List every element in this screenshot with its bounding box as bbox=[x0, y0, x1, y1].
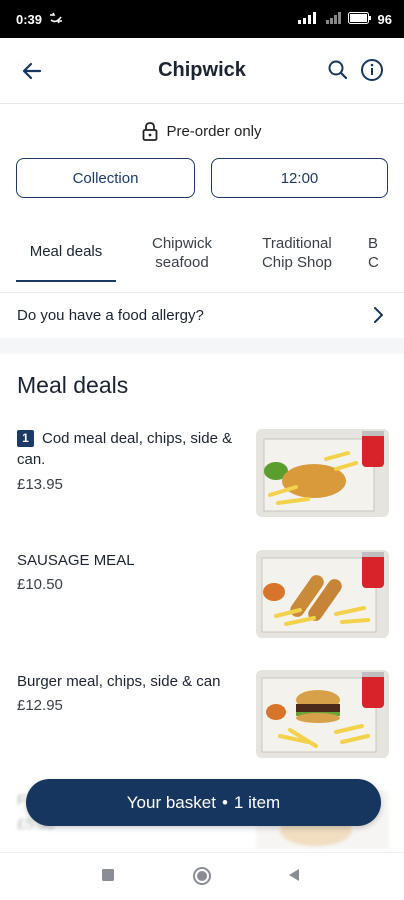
signal-icon bbox=[297, 11, 320, 27]
basket-count: 1 item bbox=[233, 792, 281, 812]
collection-button[interactable]: Collection bbox=[16, 158, 195, 198]
tab-label: Meal deals bbox=[29, 243, 103, 260]
basket-button[interactable]: Your basket • 1 item bbox=[26, 779, 381, 826]
basket-label: Your basket bbox=[126, 792, 216, 812]
preorder-label: Pre-order only bbox=[166, 122, 262, 140]
search-button[interactable] bbox=[327, 59, 351, 83]
status-time: 0:39 bbox=[16, 11, 43, 27]
sync-icon bbox=[48, 11, 64, 28]
recent-apps-button[interactable] bbox=[100, 867, 116, 888]
signal-2-icon bbox=[325, 11, 342, 27]
allergy-label: Do you have a food allergy? bbox=[17, 307, 204, 324]
back-nav-button[interactable] bbox=[286, 867, 302, 888]
section-title: Meal deals bbox=[17, 372, 129, 398]
status-bar: 0:39 96 bbox=[0, 0, 404, 38]
tab-label-line1: Chipwick bbox=[151, 235, 212, 252]
menu-item-name-wrap: 1 Cod meal deal, chips, side & can. bbox=[17, 428, 249, 470]
menu-item-name: Cod meal deal, chips, side & can. bbox=[17, 430, 233, 468]
info-icon bbox=[361, 59, 383, 81]
menu-item-price: £10.50 bbox=[17, 576, 63, 593]
tab-active-indicator bbox=[16, 280, 116, 282]
info-button[interactable] bbox=[360, 58, 384, 82]
search-icon bbox=[328, 60, 348, 80]
basket-separator: • bbox=[221, 792, 228, 812]
menu-item[interactable]: SAUSAGE MEAL £10.50 bbox=[0, 548, 404, 648]
system-nav-bar bbox=[0, 852, 404, 900]
tab-chipwick-seafood[interactable]: Chipwick seafood bbox=[134, 222, 230, 284]
tab-label-line2: seafood bbox=[155, 254, 209, 271]
chevron-right-icon bbox=[374, 307, 383, 323]
tab-label-line1: B bbox=[368, 235, 379, 252]
home-button[interactable] bbox=[192, 866, 212, 891]
circle-icon bbox=[193, 867, 211, 885]
menu-item-image bbox=[256, 670, 389, 758]
lock-icon bbox=[143, 122, 158, 141]
tab-label-line2: C bbox=[368, 254, 379, 271]
tab-traditional-chip-shop[interactable]: Traditional Chip Shop bbox=[248, 222, 346, 284]
preorder-notice: Pre-order only bbox=[0, 118, 404, 144]
tab-meal-deals[interactable]: Meal deals bbox=[16, 222, 116, 284]
menu-item-price: £12.95 bbox=[17, 697, 63, 714]
back-button[interactable] bbox=[18, 57, 46, 85]
menu-item-image bbox=[256, 550, 389, 638]
tab-partial[interactable]: B C bbox=[368, 222, 404, 284]
time-button[interactable]: 12:00 bbox=[211, 158, 388, 198]
section-divider bbox=[0, 338, 404, 354]
app-header: Chipwick bbox=[0, 38, 404, 104]
triangle-back-icon bbox=[289, 869, 299, 881]
tab-label-line1: Traditional bbox=[262, 235, 332, 252]
menu-item[interactable]: Burger meal, chips, side & can £12.95 bbox=[0, 668, 404, 768]
menu-item-name: Burger meal, chips, side & can bbox=[17, 673, 221, 690]
arrow-left-icon bbox=[22, 62, 42, 80]
category-tabs: Meal deals Chipwick seafood Traditional … bbox=[0, 222, 404, 284]
battery-level: 96 bbox=[377, 11, 392, 27]
square-icon bbox=[102, 869, 114, 881]
tab-label-line2: Chip Shop bbox=[261, 254, 333, 271]
quantity-badge: 1 bbox=[17, 430, 34, 447]
food-allergy-row[interactable]: Do you have a food allergy? bbox=[0, 292, 404, 338]
page-title: Chipwick bbox=[158, 59, 246, 81]
menu-item-price: £13.95 bbox=[17, 476, 63, 493]
battery-icon bbox=[347, 11, 372, 27]
menu-item[interactable]: 1 Cod meal deal, chips, side & can. £13.9… bbox=[0, 428, 404, 528]
menu-item-image bbox=[256, 429, 389, 517]
menu-item-name: SAUSAGE MEAL bbox=[17, 552, 135, 569]
